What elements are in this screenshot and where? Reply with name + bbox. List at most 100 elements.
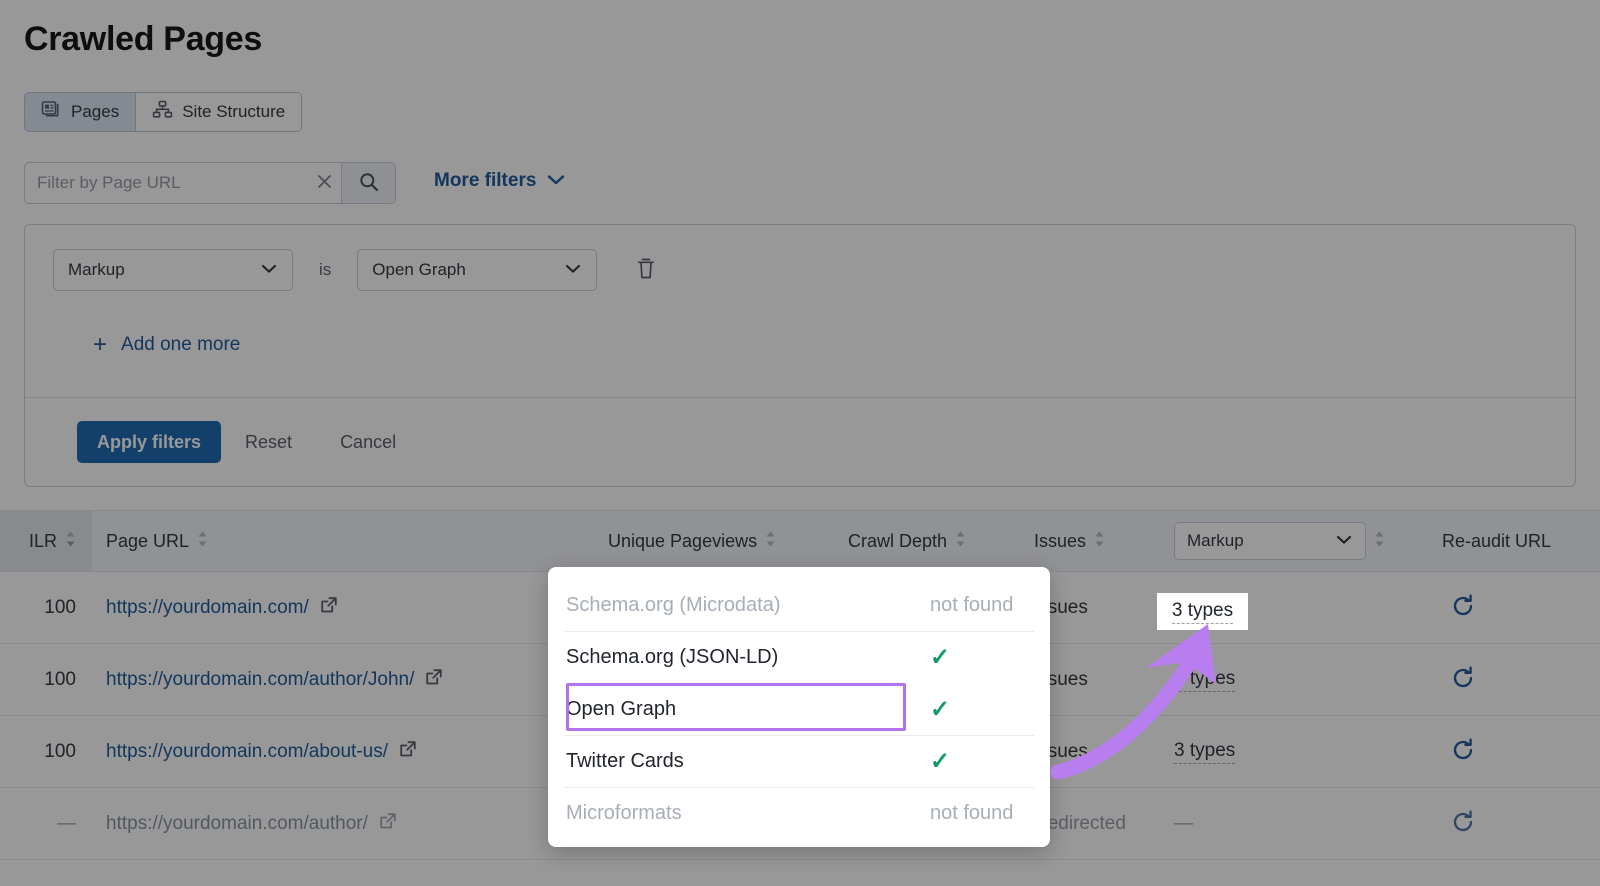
cell-ilr: 100 xyxy=(0,644,92,715)
re-audit-button[interactable] xyxy=(1450,809,1476,838)
filter-value: Open Graph xyxy=(372,260,466,280)
sort-icon[interactable] xyxy=(1374,530,1385,553)
add-one-more-label: Add one more xyxy=(121,334,240,356)
external-link-icon[interactable] xyxy=(378,811,398,837)
popup-row-status: not found xyxy=(912,802,1032,825)
cancel-button[interactable]: Cancel xyxy=(316,421,420,463)
popup-row-label: Schema.org (Microdata) xyxy=(566,594,781,617)
sort-icon xyxy=(1094,530,1105,553)
check-icon: ✓ xyxy=(930,698,950,722)
cell-page-url: https://yourdomain.com/author/ xyxy=(92,788,594,859)
sort-icon xyxy=(955,530,966,553)
external-link-icon[interactable] xyxy=(319,595,339,621)
external-link-icon[interactable] xyxy=(424,667,444,693)
filter-field-select[interactable]: Markup xyxy=(53,249,293,291)
column-header-re-audit-url: Re-audit URL xyxy=(1428,511,1600,571)
column-header-issues[interactable]: Issues xyxy=(1020,511,1160,571)
filter-operator: is xyxy=(319,260,331,280)
delete-filter-button[interactable] xyxy=(633,255,659,285)
filter-field-value: Markup xyxy=(68,260,125,280)
external-link-icon[interactable] xyxy=(398,739,418,765)
chevron-down-icon xyxy=(564,260,582,280)
tab-pages[interactable]: Pages xyxy=(25,93,135,131)
popup-row-open-graph: Open Graph ✓ xyxy=(564,684,1034,736)
page-title: Crawled Pages xyxy=(24,20,262,59)
popup-row-microformats: Microformats not found xyxy=(564,788,1034,840)
page-url-link[interactable]: https://yourdomain.com/author/ xyxy=(106,811,398,837)
table-header-row: ILR Page URL Unique Pageviews Crawl Dept… xyxy=(0,510,1600,572)
popup-row-label: Schema.org (JSON-LD) xyxy=(566,646,778,669)
markup-types-link[interactable]: 3 types xyxy=(1174,740,1235,764)
markup-column-select[interactable]: Markup xyxy=(1174,522,1366,560)
cell-re-audit xyxy=(1428,788,1600,859)
tab-site-structure-label: Site Structure xyxy=(182,102,285,122)
cell-markup: — xyxy=(1160,788,1428,859)
column-header-crawl-depth[interactable]: Crawl Depth xyxy=(834,511,1020,571)
cell-markup: 3 types xyxy=(1160,644,1428,715)
check-icon: ✓ xyxy=(930,750,950,774)
page-url-text: https://yourdomain.com/author/John/ xyxy=(106,669,414,691)
column-header-page-url-label: Page URL xyxy=(106,531,189,552)
popup-row-twitter-cards: Twitter Cards ✓ xyxy=(564,736,1034,788)
refresh-icon xyxy=(1450,809,1476,838)
re-audit-button[interactable] xyxy=(1450,737,1476,766)
search-button[interactable] xyxy=(341,163,395,203)
plus-icon: + xyxy=(93,333,107,357)
search-box xyxy=(24,162,396,204)
popup-row-status: ✓ xyxy=(912,698,1032,722)
column-header-ilr-label: ILR xyxy=(29,531,57,552)
markup-types-link-highlighted[interactable]: 3 types xyxy=(1172,600,1233,624)
popup-row-schema-jsonld: Schema.org (JSON-LD) ✓ xyxy=(564,632,1034,684)
cell-re-audit xyxy=(1428,644,1600,715)
clear-search-button[interactable] xyxy=(307,163,341,203)
markup-value: — xyxy=(1174,813,1193,835)
column-header-re-audit-url-label: Re-audit URL xyxy=(1442,531,1551,552)
column-header-page-url[interactable]: Page URL xyxy=(92,511,594,571)
sort-icon xyxy=(197,530,208,553)
pages-icon xyxy=(41,99,62,125)
re-audit-button[interactable] xyxy=(1450,665,1476,694)
column-header-crawl-depth-label: Crawl Depth xyxy=(848,531,947,552)
cell-ilr: 100 xyxy=(0,716,92,787)
filter-actions: Apply filters Reset Cancel xyxy=(77,421,420,463)
cell-markup: 3 types xyxy=(1160,716,1428,787)
more-filters-label: More filters xyxy=(434,170,536,192)
markup-types-link[interactable]: 3 types xyxy=(1174,668,1235,692)
page-url-text: https://yourdomain.com/ xyxy=(106,597,309,619)
cell-page-url: https://yourdomain.com/about-us/ xyxy=(92,716,594,787)
filter-value-select[interactable]: Open Graph xyxy=(357,249,597,291)
popup-row-status: ✓ xyxy=(912,646,1032,670)
filter-panel: Markup is Open Graph xyxy=(24,224,1576,487)
cell-page-url: https://yourdomain.com/ xyxy=(92,572,594,643)
add-one-more-button[interactable]: + Add one more xyxy=(93,333,240,357)
page-url-link[interactable]: https://yourdomain.com/about-us/ xyxy=(106,739,418,765)
annotation-highlighted-badge: 3 types xyxy=(1157,593,1248,630)
page-url-text: https://yourdomain.com/about-us/ xyxy=(106,741,388,763)
page-url-link[interactable]: https://yourdomain.com/ xyxy=(106,595,339,621)
refresh-icon xyxy=(1450,665,1476,694)
re-audit-button[interactable] xyxy=(1450,593,1476,622)
chevron-down-icon xyxy=(546,170,566,192)
page-url-link[interactable]: https://yourdomain.com/author/John/ xyxy=(106,667,444,693)
popup-row-label: Microformats xyxy=(566,802,682,825)
cell-re-audit xyxy=(1428,572,1600,643)
column-header-unique-pageviews[interactable]: Unique Pageviews xyxy=(594,511,834,571)
column-header-issues-label: Issues xyxy=(1034,531,1086,552)
chevron-down-icon xyxy=(260,260,278,280)
popup-row-label: Open Graph xyxy=(566,698,676,721)
chevron-down-icon xyxy=(1335,531,1353,551)
filter-condition-row: Markup is Open Graph xyxy=(53,249,659,291)
column-header-ilr[interactable]: ILR xyxy=(0,511,92,571)
reset-button[interactable]: Reset xyxy=(221,421,316,463)
tab-site-structure[interactable]: Site Structure xyxy=(136,93,301,131)
sort-icon xyxy=(765,530,776,553)
column-header-markup[interactable]: Markup xyxy=(1160,511,1428,571)
search-input[interactable] xyxy=(25,173,307,193)
view-toggle: Pages Site Structure xyxy=(24,92,302,132)
sitemap-icon xyxy=(152,99,173,125)
page-url-text: https://yourdomain.com/author/ xyxy=(106,813,368,835)
apply-filters-button[interactable]: Apply filters xyxy=(77,421,221,463)
close-icon xyxy=(315,172,334,194)
markup-column-select-value: Markup xyxy=(1187,531,1244,551)
more-filters-button[interactable]: More filters xyxy=(434,170,566,192)
